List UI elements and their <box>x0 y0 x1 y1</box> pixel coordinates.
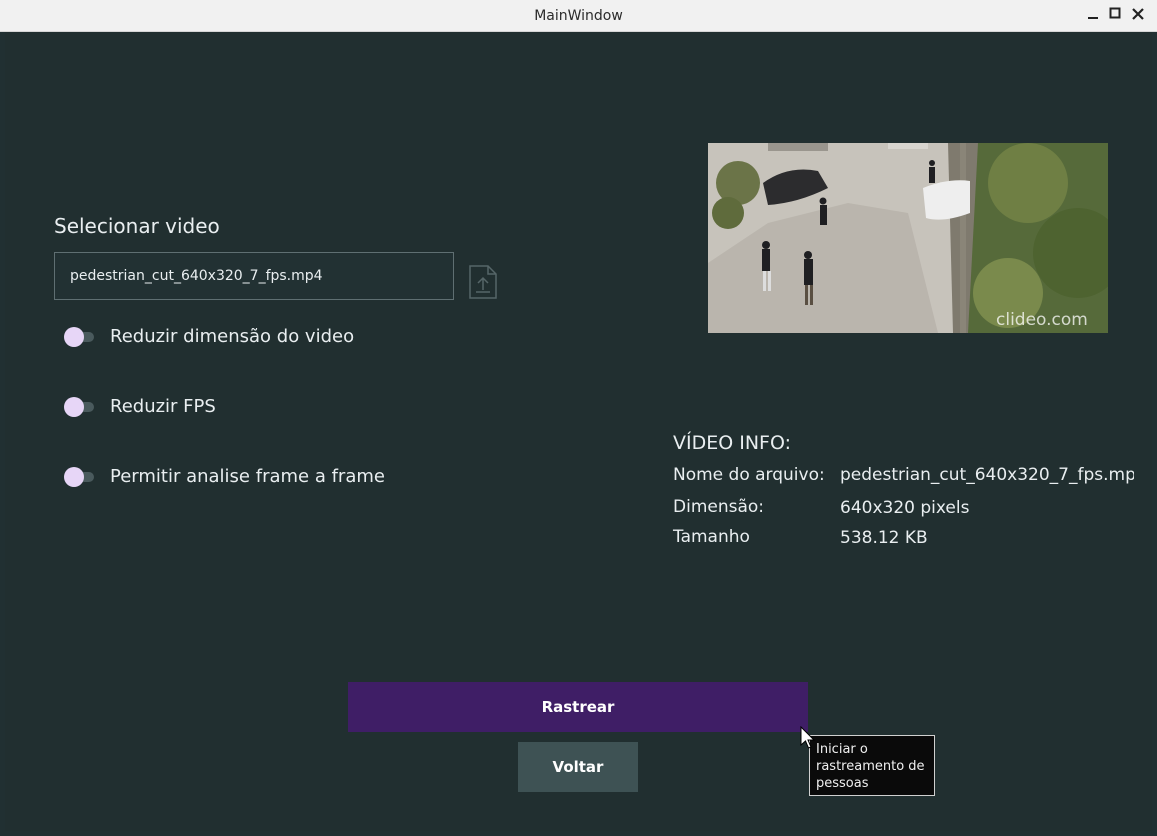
reduce-dimension-toggle[interactable] <box>62 325 96 349</box>
track-tooltip: Iniciar o rastreamento de pessoas <box>809 735 935 796</box>
mouse-cursor-icon <box>800 725 816 750</box>
reduce-fps-label: Reduzir FPS <box>110 396 216 417</box>
back-button[interactable]: Voltar <box>518 742 638 792</box>
main-window: MainWindow Selecionar video pedestrian_c… <box>0 0 1157 836</box>
info-value-size: 538.12 KB <box>840 528 928 548</box>
watermark-text: clideo.com <box>996 310 1088 330</box>
video-info-title: VÍDEO INFO: <box>673 432 791 454</box>
window-title: MainWindow <box>534 8 623 24</box>
info-key-dimension: Dimensão: <box>673 497 765 517</box>
title-bar[interactable]: MainWindow <box>0 0 1157 32</box>
info-value-filename: pedestrian_cut_640x320_7_fps.mp4 <box>840 465 1134 485</box>
minimize-icon[interactable] <box>1084 6 1102 26</box>
close-icon[interactable] <box>1129 6 1147 26</box>
info-key-filename: Nome do arquivo: <box>673 465 825 485</box>
content-area: Selecionar video pedestrian_cut_640x320_… <box>5 32 1152 831</box>
upload-file-icon[interactable] <box>468 264 498 300</box>
info-key-size: Tamanho <box>673 527 750 547</box>
track-button[interactable]: Rastrear <box>348 682 808 732</box>
video-file-field[interactable]: pedestrian_cut_640x320_7_fps.mp4 <box>54 252 454 300</box>
toggle-knob <box>64 397 84 417</box>
reduce-dimension-label: Reduzir dimensão do video <box>110 326 355 347</box>
frame-by-frame-label: Permitir analise frame a frame <box>110 466 385 487</box>
reduce-fps-toggle[interactable] <box>62 395 96 419</box>
toggle-knob <box>64 467 84 487</box>
info-value-dimension: 640x320 pixels <box>840 498 970 518</box>
frame-by-frame-toggle[interactable] <box>62 465 96 489</box>
toggle-knob <box>64 327 84 347</box>
video-preview: clideo.com <box>708 143 1108 333</box>
select-video-label: Selecionar video <box>54 214 220 238</box>
maximize-icon[interactable] <box>1106 6 1124 26</box>
